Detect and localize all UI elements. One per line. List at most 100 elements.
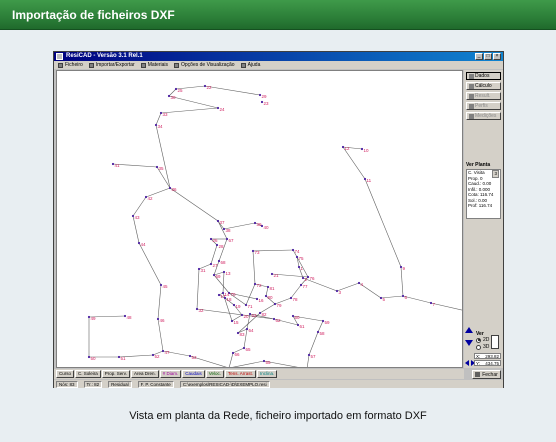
node-label: 16 [259,298,265,303]
pipe-segment[interactable] [169,187,219,222]
node-label: 83 [240,332,246,337]
import-icon [88,62,94,68]
folder-icon [58,62,63,68]
minimize-button[interactable]: _ [475,53,483,60]
node-label: 32 [199,308,205,313]
pipe-segment[interactable] [306,354,310,367]
viewport-label: Ver Planta [466,162,491,168]
node-label: 47 [165,350,171,355]
toolbar-button-0[interactable]: Curso [56,370,75,378]
menu-item-2[interactable]: Materiais [140,62,168,68]
toolbar-button-3[interactable]: Area Dren. [130,370,159,378]
radio-3d-icon[interactable] [476,344,481,350]
node-label: 53 [192,355,198,360]
pipe-segment[interactable] [138,242,162,286]
view-2d-radio[interactable]: 2D [476,337,489,343]
menu-item-0[interactable]: Ficheiro [58,62,83,68]
node-label: 37 [220,220,226,225]
toolbar-button-6[interactable]: Veloc. [205,370,225,378]
pipe-segment[interactable] [400,266,404,297]
toolbar-button-4[interactable]: # Diam. [159,370,182,378]
node-label: 43 [135,215,141,220]
info-row: Prof: 116.74 [468,203,493,208]
toolbar-button-5[interactable]: Caudais [182,370,205,378]
side-button-icon [469,73,474,79]
pipe-segment[interactable] [157,318,164,352]
status-cell: Residual [108,380,132,388]
info-header-label: C. Visita [468,170,485,175]
side-button-0[interactable]: Dados [466,72,501,80]
pipe-segment[interactable] [210,244,218,265]
pipe-segment[interactable] [204,85,261,96]
info-value[interactable]: 3 [492,170,499,178]
side-button-label: Dados [475,72,490,79]
node-label: 57 [311,354,317,359]
pipe-segment[interactable] [342,146,366,180]
pipe-segment[interactable] [364,178,402,268]
node-label: 80 [268,295,274,300]
toolbar-button-7[interactable]: Tens. Arrast. [225,370,257,378]
pipe-segment[interactable] [155,124,171,189]
toolbar-button-2[interactable]: Prop. Serv. [101,370,130,378]
node-label: 82 [262,312,268,317]
node-label: 11 [367,178,372,183]
fechar-button[interactable]: Fechar [472,370,501,379]
node-label: 75 [299,256,305,261]
node-label: 52 [155,354,161,359]
network-plan[interactable]: 2324333435363738394041424344454647484950… [57,71,462,367]
node-label: 61 [300,324,306,329]
pipe-segment[interactable] [168,95,219,109]
arrow-up-icon[interactable] [465,327,473,333]
zoom-slider[interactable] [491,335,499,349]
drawing-canvas[interactable]: 23 24 33 34 35 36 37 38 39 40 41 42 43 44 45 46 47 48 49 50… [56,70,463,368]
pipe-segment[interactable] [218,238,228,262]
menu-item-4[interactable]: Ajuda [240,62,260,68]
menu-label: Ficheiro [65,62,83,68]
pipe-segment[interactable] [132,215,140,244]
menu-item-1[interactable]: Importar/Exportar [88,62,135,68]
close-button[interactable]: × [493,53,501,60]
node-label: 66 [235,352,241,357]
node-label: 15 [234,320,240,325]
node-label: 22 [207,85,213,90]
node-label: 10 [364,148,370,153]
menu-item-3[interactable]: Opções de Visualização [174,62,235,68]
side-button-2[interactable]: Result. [466,92,501,100]
node-label: 7 [433,302,436,307]
node-label: 50 [91,356,97,361]
info-header: C. Visita 3 [467,170,500,178]
pipe-segment[interactable] [112,163,158,168]
pipe-segment[interactable] [222,271,225,294]
pipe-segment[interactable] [252,250,256,285]
node-label: 26 [213,238,219,243]
node-label: 78 [293,297,299,302]
side-button-4[interactable]: Medições [466,112,501,120]
pipe-segment[interactable] [245,283,256,306]
pipe-segment[interactable] [402,295,432,304]
toolbar-button-1[interactable]: C. Soleira [75,370,101,378]
node-label: 68 [221,260,227,265]
node-label: 64 [249,328,255,333]
pipe-segment[interactable] [157,284,162,320]
side-button-1[interactable]: Cálculo [466,82,501,90]
pipe-segment[interactable] [160,107,219,114]
menu-label: Opções de Visualização [181,62,235,68]
pipe-segment[interactable] [132,196,147,217]
pipe-segment[interactable] [308,331,319,356]
side-button-label: Result. [475,92,491,99]
view-3d-radio[interactable]: 3D [476,344,489,350]
arrow-left-icon[interactable] [465,360,469,366]
pipe-segment[interactable] [430,302,462,311]
pipe-segment[interactable] [228,352,234,367]
node-label: 34 [158,124,164,129]
nav-arrows [465,327,473,346]
side-button-3[interactable]: Perfis [466,102,501,110]
arrow-down-icon[interactable] [465,340,473,346]
pipe-segment[interactable] [196,268,200,310]
maximize-button[interactable]: □ [484,53,492,60]
radio-2d-icon[interactable] [476,337,481,343]
node-label: 30 [171,95,177,100]
node-label: 18 [227,297,233,302]
toolbar-button-8[interactable]: Inclina. [257,370,278,378]
pipe-segment[interactable] [302,277,338,292]
